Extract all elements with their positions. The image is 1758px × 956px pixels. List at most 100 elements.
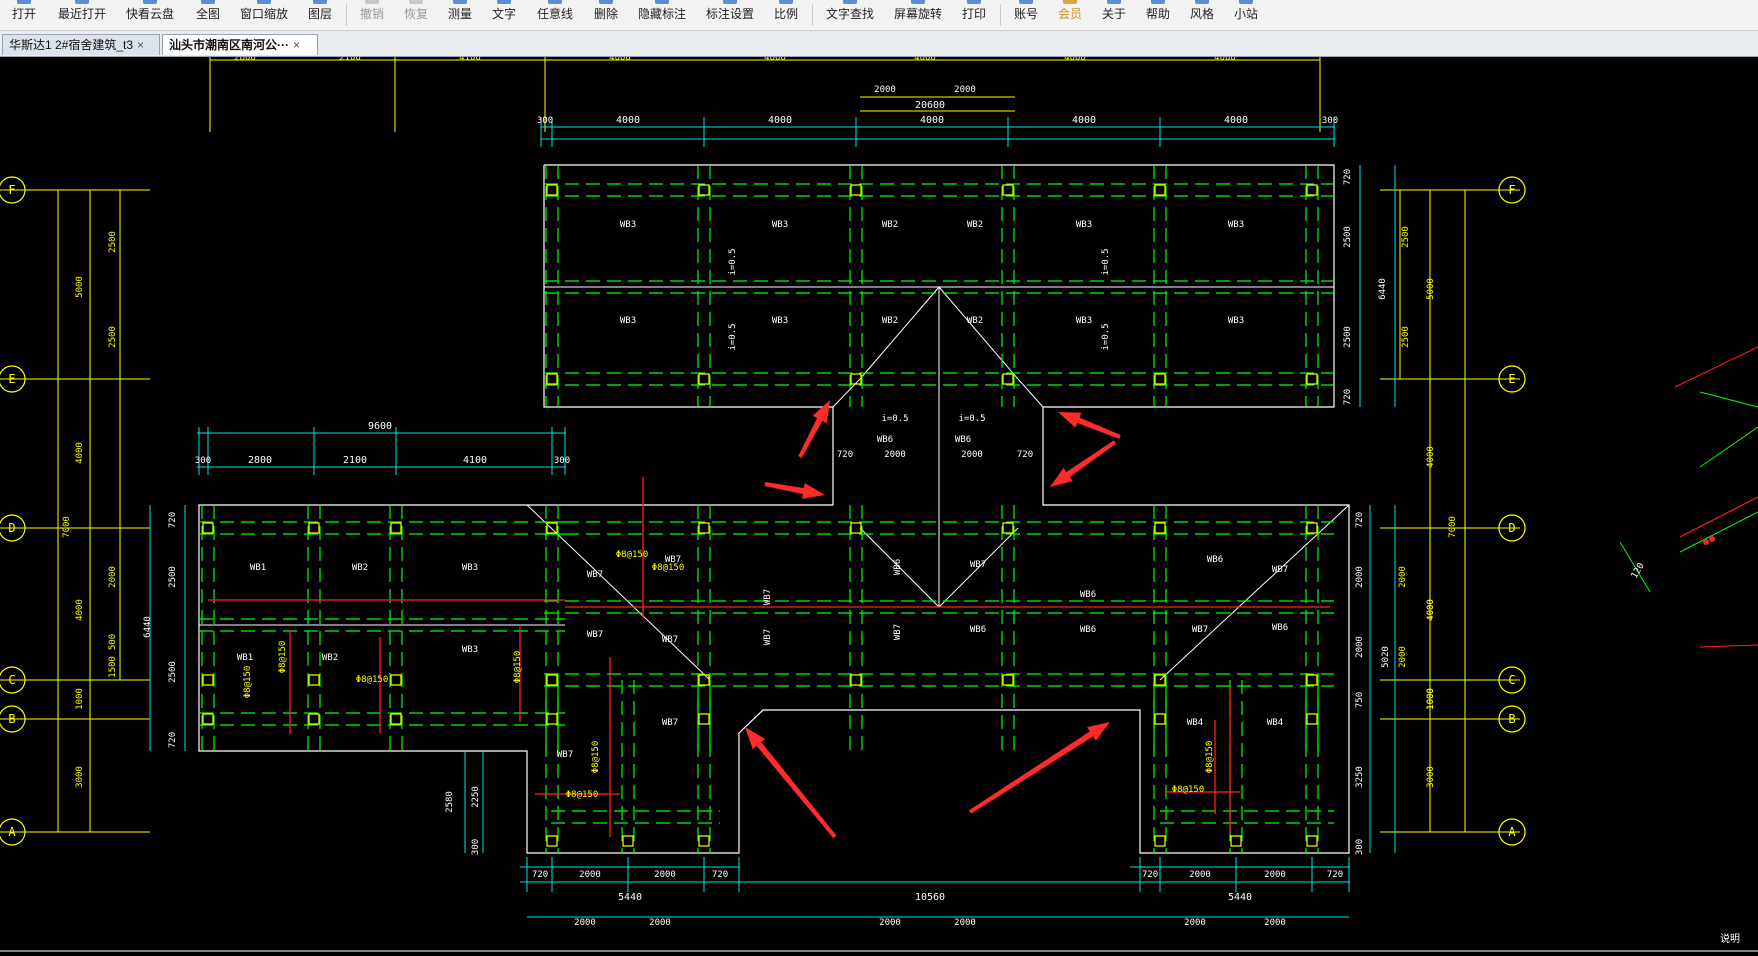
dimension-text: 1000: [75, 688, 85, 710]
measure-button[interactable]: 测量: [444, 0, 476, 30]
text-search-button[interactable]: 文字查找: [822, 0, 878, 30]
slab-label: WB6: [1080, 625, 1096, 635]
layers-button[interactable]: 图层: [304, 0, 336, 30]
annotation-settings-button[interactable]: 标注设置: [702, 0, 758, 30]
dimension-text: 2000: [108, 566, 118, 588]
recent-open-button[interactable]: 最近打开: [54, 0, 110, 30]
detail-line: [1674, 346, 1758, 388]
axis-label: F: [8, 183, 15, 197]
dimension-text: 2000: [954, 85, 976, 95]
column-marker: [1154, 522, 1166, 534]
arrow-shape: [764, 482, 825, 499]
dimension-text: 720: [712, 870, 728, 880]
dimension-text: 2500: [108, 231, 118, 253]
mini-site-button[interactable]: 小站: [1230, 0, 1262, 30]
column-marker: [308, 522, 320, 534]
dimension-text: 4000: [768, 115, 792, 126]
eye-icon: [655, 0, 669, 4]
dimension-text: 720: [1343, 389, 1353, 405]
document-tab-bar: 华斯达1 2#宿舍建筑_t3 × 汕头市潮南区南河公··· ×: [0, 31, 1758, 57]
cloud-disk-button[interactable]: 快看云盘: [122, 0, 178, 30]
dimension-text: 2000: [1398, 646, 1408, 668]
drawing-marks: F F E E D D C C B B A A 2800 2100 4100 4000 4000 4000 4000…: [0, 57, 1758, 952]
palette-icon: [1195, 0, 1209, 4]
dimension-text: 2000: [1264, 918, 1286, 928]
rebar-label: Φ8@150: [1205, 741, 1215, 774]
slab-label: WB2: [882, 316, 898, 326]
column-marker: [1002, 184, 1014, 196]
slab-label: WB6: [1080, 590, 1096, 600]
dimension-text: 3000: [75, 766, 85, 788]
dimension-text: 720: [1355, 512, 1365, 528]
settings-icon: [723, 0, 737, 4]
detail-dot: [1703, 539, 1709, 545]
about-button[interactable]: 关于: [1098, 0, 1130, 30]
undo-button[interactable]: 撤销: [356, 0, 388, 30]
column-marker: [1306, 674, 1318, 686]
column-marker: [308, 713, 320, 725]
delete-button[interactable]: 删除: [590, 0, 622, 30]
annotation-arrow: [1058, 412, 1121, 439]
toolbar-divider: [812, 4, 813, 26]
dimension-text: 9600: [368, 421, 392, 432]
screen-rotate-button[interactable]: 屏幕旋转: [890, 0, 946, 30]
slab-label: WB1: [250, 563, 266, 573]
tab-document-2[interactable]: 汕头市潮南区南河公··· ×: [162, 34, 318, 55]
scale-button[interactable]: 比例: [770, 0, 802, 30]
column-marker: [308, 674, 320, 686]
slab-label: WB6: [1207, 555, 1223, 565]
slab-label: WB2: [352, 563, 368, 573]
slab-label: WB2: [322, 653, 338, 663]
slab-label: WB7: [893, 624, 903, 640]
account-button[interactable]: 账号: [1010, 0, 1042, 30]
dimension-text: 2000: [1189, 870, 1211, 880]
column-marker: [698, 674, 710, 686]
close-tab-icon[interactable]: ×: [137, 38, 144, 52]
dimension-text: 4000: [914, 57, 936, 63]
column-marker: [1002, 674, 1014, 686]
dimension-text: 720: [532, 870, 548, 880]
slope-label: i=0.5: [958, 414, 985, 424]
dimension-text: 6440: [1378, 278, 1388, 300]
free-line-button[interactable]: 任意线: [533, 0, 577, 30]
column-marker: [698, 184, 710, 196]
text-button[interactable]: 文字: [488, 0, 520, 30]
open-button[interactable]: 打开: [8, 0, 40, 30]
hide-annotation-button[interactable]: 隐藏标注: [634, 0, 690, 30]
arrow-shape: [1058, 412, 1121, 439]
scale-icon: [779, 0, 793, 4]
dimension-text: 2000: [954, 918, 976, 928]
slab-label: WB7: [970, 560, 986, 570]
dimension-text: 2000: [1355, 636, 1365, 658]
dimension-text: 10560: [915, 892, 945, 903]
drawing-canvas[interactable]: F F E E D D C C B B A A 2800 2100 4100 4000 4000 4000 4000…: [0, 57, 1758, 956]
vip-button[interactable]: 会员: [1054, 0, 1086, 30]
help-button[interactable]: 帮助: [1142, 0, 1174, 30]
slab-label: WB6: [893, 559, 903, 575]
slab-label: WB3: [462, 563, 478, 573]
slab-label: WB7: [557, 750, 573, 760]
redo-button[interactable]: 恢复: [400, 0, 432, 30]
full-view-button[interactable]: 全图: [192, 0, 224, 30]
dimension-text: 4000: [1072, 115, 1096, 126]
arrow-shape: [745, 727, 837, 839]
close-tab-icon[interactable]: ×: [293, 38, 300, 52]
print-button[interactable]: 打印: [958, 0, 990, 30]
window-zoom-button[interactable]: 窗口缩放: [236, 0, 292, 30]
tab-document-1[interactable]: 华斯达1 2#宿舍建筑_t3 ×: [2, 34, 160, 55]
slope-label: i=0.5: [1101, 248, 1111, 275]
rebar-label: Φ8@150: [652, 563, 685, 573]
dimension-text: 4000: [1064, 57, 1086, 63]
column-marker: [546, 835, 558, 847]
rotate-icon: [911, 0, 925, 4]
dimension-text: 7000: [62, 516, 72, 538]
dimension-text: 2000: [1264, 870, 1286, 880]
dimension-text: 2500: [1401, 326, 1411, 348]
dimension-text: 2000: [574, 918, 596, 928]
annotation-arrow: [968, 722, 1110, 814]
style-button[interactable]: 风格: [1186, 0, 1218, 30]
dimension-text: 2500: [1343, 226, 1353, 248]
column-marker: [1154, 373, 1166, 385]
slab-label: WB3: [772, 220, 788, 230]
search-icon: [843, 0, 857, 4]
